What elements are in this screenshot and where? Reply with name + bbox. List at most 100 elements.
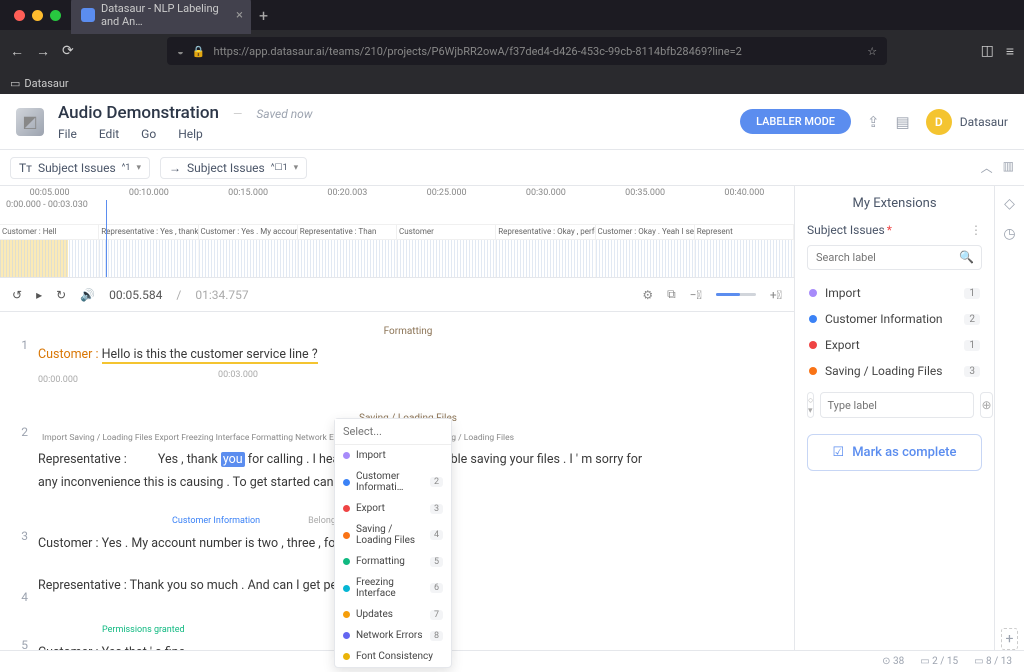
zoom-in-icon[interactable]: +⃝: [770, 288, 782, 302]
right-rail: ◇ ◷ +: [994, 186, 1024, 650]
caption-segment[interactable]: Customer : Yes . My account number is tw…: [199, 225, 298, 239]
transcript-row: 1 Formatting Customer : Hello is this th…: [10, 322, 778, 391]
caret-down-icon: ▾: [136, 163, 141, 173]
search-input[interactable]: [807, 245, 982, 270]
new-label-row: ○ ▾ ⊕: [807, 392, 982, 418]
gear-icon[interactable]: ⚙: [642, 288, 653, 302]
avatar: D: [926, 109, 952, 135]
search-label: 🔍: [807, 245, 982, 270]
zoom-slider[interactable]: [716, 293, 756, 296]
transcript-text[interactable]: Hello is this the customer service line …: [102, 347, 318, 364]
caption-segment[interactable]: Representative : Yes , thank you for cal…: [99, 225, 198, 239]
tag-icon[interactable]: ◇: [1004, 196, 1015, 212]
app-header: ◩ Audio Demonstration — Saved now File E…: [0, 94, 1024, 150]
folder-icon: ▭: [10, 77, 20, 90]
color-picker[interactable]: ○ ▾: [807, 392, 814, 418]
rewind-icon[interactable]: ↺: [12, 288, 22, 302]
label-set-selector-right[interactable]: → Subject Issues ^☐1 ▾: [160, 157, 307, 179]
reload-icon[interactable]: ⟳: [62, 43, 74, 59]
audio-timeline[interactable]: 00:05.00000:10.00000:15.00000:20.00300:2…: [0, 186, 794, 278]
time-mark: 00:30.000: [496, 188, 595, 198]
clock-icon[interactable]: ◷: [1003, 226, 1015, 242]
popup-label-option[interactable]: Formatting5: [335, 551, 451, 572]
new-tab-button[interactable]: +: [259, 6, 268, 25]
color-dot-icon: [809, 367, 817, 375]
menu-go[interactable]: Go: [141, 127, 156, 141]
reader-icon[interactable]: ◫: [981, 43, 994, 59]
keyboard-hint: 2: [430, 477, 443, 487]
color-dot-icon: [343, 632, 350, 639]
popup-label-option[interactable]: Font Consistency: [335, 646, 451, 667]
new-label-input[interactable]: [820, 392, 974, 418]
mark-complete-button[interactable]: ☑ Mark as complete: [807, 434, 982, 471]
popup-label-option[interactable]: Saving / Loading Files4: [335, 519, 451, 551]
color-dot-icon: [343, 452, 350, 459]
volume-icon[interactable]: 🔊: [80, 288, 95, 302]
play-icon[interactable]: ▸: [36, 288, 42, 302]
menu-file[interactable]: File: [58, 127, 77, 141]
color-dot-icon: [343, 479, 350, 486]
caption-segment[interactable]: Representative : Okay , perfect . When y: [496, 225, 595, 239]
color-dot-icon: [343, 532, 350, 539]
zoom-out-icon[interactable]: −⃝: [690, 288, 702, 302]
popup-label-option[interactable]: Updates7: [335, 604, 451, 625]
popup-label-option[interactable]: Customer Informati…2: [335, 466, 451, 498]
keyboard-hint: 3: [430, 504, 443, 514]
status-stat: ⊙ 38: [882, 656, 904, 667]
waveform[interactable]: [0, 240, 794, 278]
popup-search-input[interactable]: [335, 419, 451, 445]
sidebar-label-item[interactable]: Import1: [807, 280, 982, 306]
browser-tab[interactable]: Datasaur - NLP Labeling and An… ×: [71, 0, 251, 34]
sidebar-label-item[interactable]: Customer Information2: [807, 306, 982, 332]
url-bar[interactable]: ◒ 🔒 https://app.datasaur.ai/teams/210/pr…: [167, 37, 887, 65]
caption-segment[interactable]: Customer : Hell: [0, 225, 99, 239]
caption-segment[interactable]: Represent: [695, 225, 794, 239]
add-extension-icon[interactable]: +: [1001, 628, 1019, 650]
popup-label-option[interactable]: Import: [335, 445, 451, 466]
bookmark-star-icon[interactable]: ☆: [867, 45, 877, 58]
back-icon[interactable]: ←: [10, 43, 24, 60]
close-window-icon[interactable]: [14, 10, 25, 21]
label-set-selector-left[interactable]: Tт Subject Issues ^1 ▾: [10, 157, 150, 179]
popup-label-option[interactable]: Network Errors8: [335, 625, 451, 646]
maximize-window-icon[interactable]: [50, 10, 61, 21]
close-tab-icon[interactable]: ×: [236, 8, 243, 23]
bookmark-folder[interactable]: ▭ Datasaur: [10, 77, 69, 90]
crop-icon[interactable]: ⧉: [667, 287, 676, 302]
labeler-mode-button[interactable]: LABELER MODE: [740, 109, 851, 134]
line-number: 4: [10, 574, 28, 604]
forward-icon[interactable]: ↻: [56, 288, 66, 302]
bookmarks-bar: ▭ Datasaur: [0, 72, 1024, 94]
playback-bar: ↺ ▸ ↻ 🔊 00:05.584 / 01:34.757 ⚙ ⧉ −⃝ +⃝: [0, 278, 794, 312]
selected-token[interactable]: you: [221, 452, 245, 467]
more-icon[interactable]: ⋮: [970, 223, 982, 237]
save-status: Saved now: [256, 107, 312, 121]
app-logo-icon[interactable]: ◩: [16, 108, 44, 136]
caption-segment[interactable]: Customer : Okay . Yeah I see: [596, 225, 695, 239]
user-chip[interactable]: D Datasaur: [926, 109, 1008, 135]
menu-icon[interactable]: ≡: [1006, 43, 1014, 60]
forward-icon[interactable]: →: [36, 43, 50, 60]
keyboard-hint: 7: [430, 610, 443, 620]
line-number: 2: [10, 409, 28, 496]
caption-segment[interactable]: Representative : Than: [298, 225, 397, 239]
comment-icon[interactable]: ▤: [896, 113, 910, 131]
menu-edit[interactable]: Edit: [99, 127, 119, 141]
project-title: Audio Demonstration: [58, 103, 219, 123]
add-label-button[interactable]: ⊕: [980, 392, 992, 418]
popup-label-option[interactable]: Freezing Interface6: [335, 572, 451, 604]
sidebar-label-item[interactable]: Saving / Loading Files3: [807, 358, 982, 384]
keyboard-hint: 4: [430, 530, 443, 540]
menu-help[interactable]: Help: [178, 127, 203, 141]
collapse-icon[interactable]: ︿: [981, 159, 993, 176]
selected-range: 0:00.000 - 00:03.030: [6, 200, 88, 210]
sidebar-label-item[interactable]: Export1: [807, 332, 982, 358]
layout-icon[interactable]: ▥: [1003, 159, 1014, 176]
label-count: 3: [964, 366, 980, 377]
search-icon[interactable]: 🔍: [959, 250, 974, 264]
share-icon[interactable]: ⇪: [867, 113, 880, 131]
popup-label-option[interactable]: Export3: [335, 498, 451, 519]
color-dot-icon: [343, 558, 350, 565]
caption-segment[interactable]: Customer: [397, 225, 496, 239]
minimize-window-icon[interactable]: [32, 10, 43, 21]
